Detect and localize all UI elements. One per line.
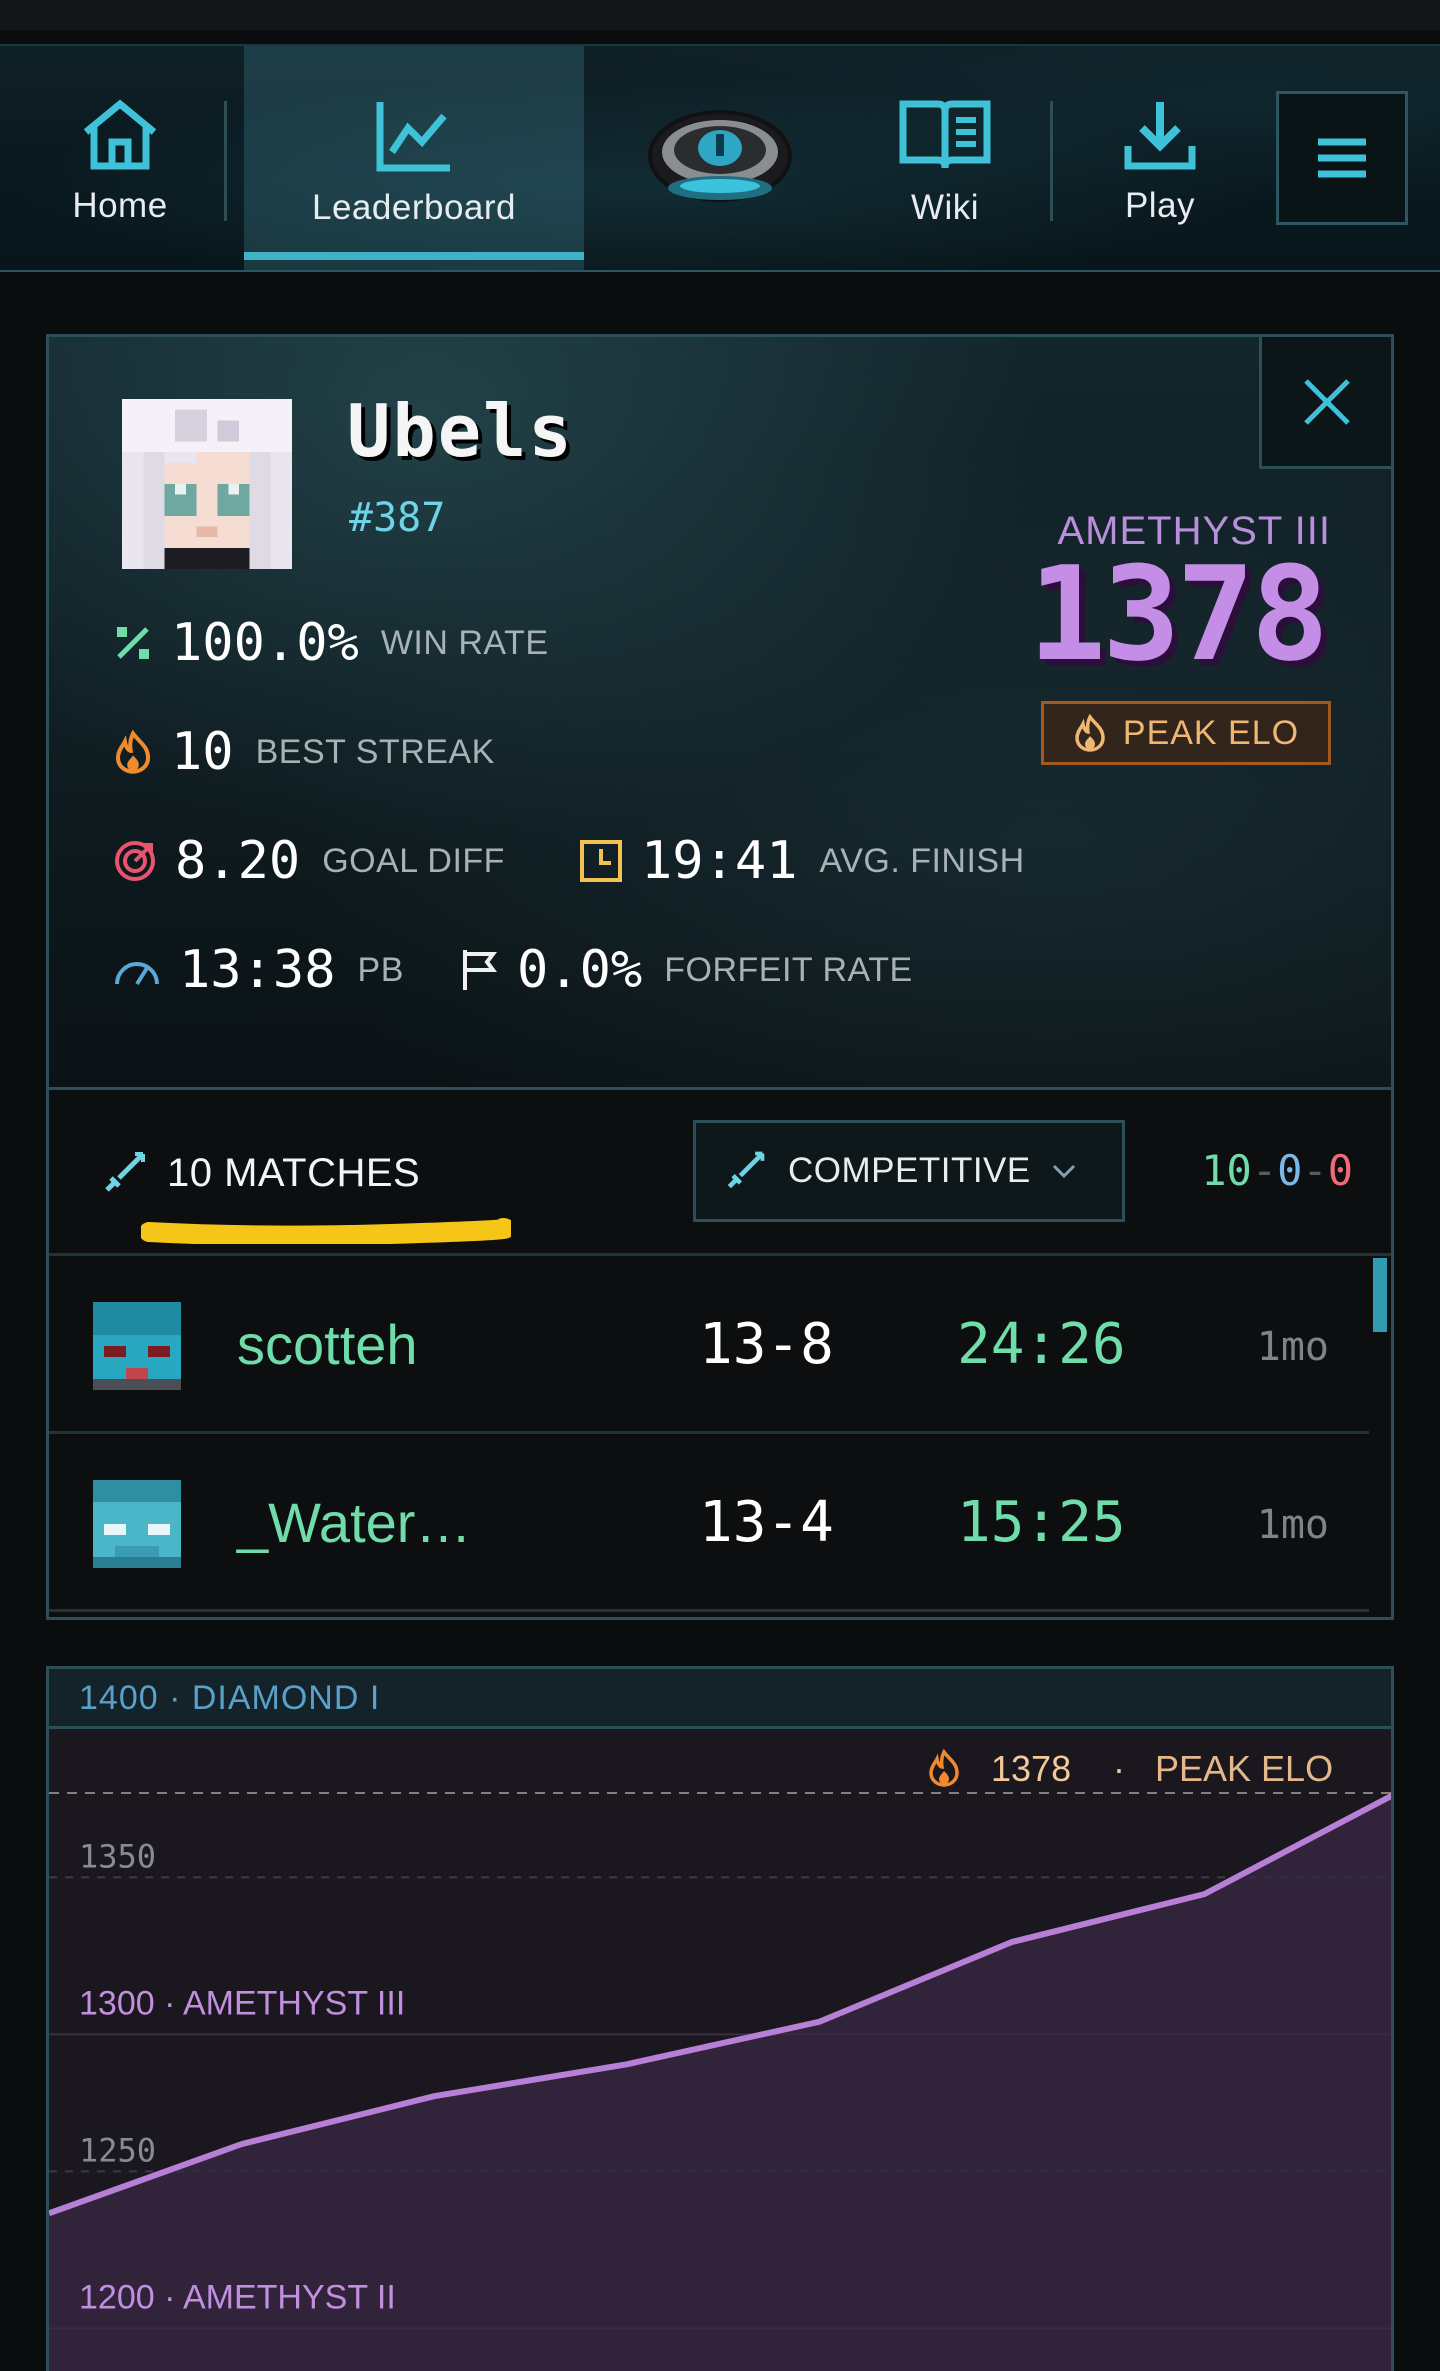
forfeit-rate-value: 0.0% (517, 940, 643, 1000)
match-score: 13-4 (699, 1490, 834, 1555)
clock-icon (580, 840, 622, 882)
flame-icon (1075, 714, 1105, 752)
chart-line-icon (376, 102, 450, 172)
flame-icon (929, 1748, 959, 1787)
fire-icon (115, 730, 151, 774)
win-rate-value: 100.0% (171, 613, 359, 673)
avg-finish-label: AVG. FINISH (819, 841, 1025, 880)
scrollbar-thumb[interactable] (1373, 1258, 1387, 1332)
opponent-name: _Water… (237, 1491, 472, 1554)
best-streak-label: BEST STREAK (255, 732, 495, 771)
stat-pb: 13:38 PB (113, 940, 404, 1000)
stat-best-streak: 10 BEST STREAK (113, 722, 495, 782)
goal-diff-value: 8.20 (175, 831, 301, 891)
nav-play-label: Play (1124, 186, 1196, 225)
player-name: Ubels (347, 389, 574, 473)
nav-home[interactable]: Home (40, 46, 200, 270)
peak-elo-value: 1378 (991, 1748, 1071, 1789)
y-tick-label: 1350 (79, 1837, 156, 1875)
opponent-name: scotteh (237, 1313, 418, 1376)
percent-icon (117, 627, 149, 659)
nav-home-label: Home (72, 186, 168, 225)
nav-play[interactable]: Play (1080, 46, 1240, 270)
chart-top-band: 1400 · DIAMOND I (49, 1669, 1391, 1729)
hamburger-icon (1318, 138, 1366, 178)
nav-leaderboard[interactable]: Leaderboard (244, 46, 584, 270)
close-icon (1303, 378, 1350, 425)
eye-portal-logo-icon (648, 110, 792, 202)
peak-elo-caption: PEAK ELO (1155, 1748, 1333, 1789)
close-button[interactable] (1259, 337, 1391, 469)
chevron-down-icon (1052, 1164, 1075, 1179)
best-streak-value: 10 (171, 722, 234, 782)
match-age: 1mo (1256, 1502, 1329, 1548)
win-draw-loss-record: 10-0-0 (1201, 1146, 1353, 1195)
stat-win-rate: 100.0% WIN RATE (113, 613, 549, 673)
target-icon (115, 841, 155, 881)
draws-count: 0 (1277, 1146, 1303, 1195)
match-score: 13-8 (699, 1312, 834, 1377)
forfeit-rate-label: FORFEIT RATE (664, 950, 913, 989)
player-profile-card: Ubels #387 AMETHYST III 1378 PEAK ELO 10… (46, 334, 1394, 1090)
avg-finish-value: 19:41 (641, 831, 798, 891)
peak-elo-label: PEAK ELO (1122, 713, 1300, 752)
match-row[interactable]: _Water… 13-4 15:25 1mo (49, 1434, 1369, 1612)
pb-label: PB (357, 950, 404, 989)
mode-selected: COMPETITIVE (788, 1151, 1031, 1190)
match-time: 24:26 (957, 1312, 1126, 1377)
home-icon (83, 99, 157, 170)
goal-diff-label: GOAL DIFF (322, 841, 505, 880)
book-icon (899, 100, 991, 169)
elo-rating: 1378 (1027, 538, 1329, 690)
top-nav: Home Leaderboard Wiki Play (0, 44, 1440, 272)
flag-icon (463, 950, 497, 990)
match-age: 1mo (1256, 1324, 1329, 1370)
nav-divider (224, 101, 227, 221)
win-rate-label: WIN RATE (380, 623, 549, 662)
sword-icon (727, 1151, 765, 1189)
losses-count: 0 (1327, 1146, 1353, 1195)
peak-elo-badge[interactable]: PEAK ELO (1041, 701, 1331, 765)
active-tab-indicator (244, 252, 584, 260)
matches-header: 10 MATCHES COMPETITIVE 10-0-0 (49, 1090, 1391, 1256)
matches-tab[interactable]: 10 MATCHES (99, 1148, 420, 1198)
avatar (122, 399, 292, 569)
match-row[interactable]: scotteh 13-8 24:26 1mo (49, 1256, 1369, 1434)
matches-panel: 10 MATCHES COMPETITIVE 10-0-0 scotteh 13… (46, 1090, 1394, 1620)
pb-value: 13:38 (179, 940, 336, 1000)
sword-icon (105, 1152, 145, 1192)
opponent-avatar (93, 1302, 181, 1390)
matches-count: 10 MATCHES (167, 1150, 421, 1195)
elo-history-chart: 1300 · AMETHYST III 1200 · AMETHYST II 135… (46, 1666, 1394, 2371)
record-sep: - (1302, 1146, 1328, 1195)
stat-avg-finish: 19:41 AVG. FINISH (579, 831, 1025, 891)
record-sep: - (1251, 1146, 1278, 1195)
menu-button[interactable] (1276, 91, 1408, 225)
peak-elo-separator: · (1113, 1748, 1125, 1789)
download-icon (1124, 102, 1196, 170)
stat-goal-diff: 8.20 GOAL DIFF (113, 831, 505, 891)
player-rank: #387 (349, 495, 446, 541)
nav-wiki[interactable]: Wiki (870, 46, 1020, 270)
elo-chart-svg: 1300 · AMETHYST III 1200 · AMETHYST II 135… (49, 1748, 1391, 2371)
y-tick-label: 1250 (79, 2131, 156, 2169)
nav-wiki-label: Wiki (910, 188, 980, 227)
stat-forfeit-rate: 0.0% FORFEIT RATE (459, 940, 913, 1000)
opponent-avatar (93, 1480, 181, 1568)
site-logo[interactable] (640, 46, 800, 270)
wins-count: 10 (1201, 1146, 1252, 1195)
match-time: 15:25 (957, 1490, 1126, 1555)
tier-threshold-label: 1200 · AMETHYST II (79, 2278, 396, 2316)
band-label-top: 1400 · DIAMOND I (79, 1679, 381, 1717)
speedometer-icon (115, 962, 159, 986)
status-strip (0, 0, 1440, 30)
nav-divider (1050, 101, 1053, 221)
nav-leaderboard-label: Leaderboard (312, 188, 516, 227)
mode-dropdown[interactable]: COMPETITIVE (693, 1120, 1125, 1222)
highlight-underline (141, 1218, 511, 1244)
tier-threshold-label: 1300 · AMETHYST III (79, 1984, 405, 2022)
